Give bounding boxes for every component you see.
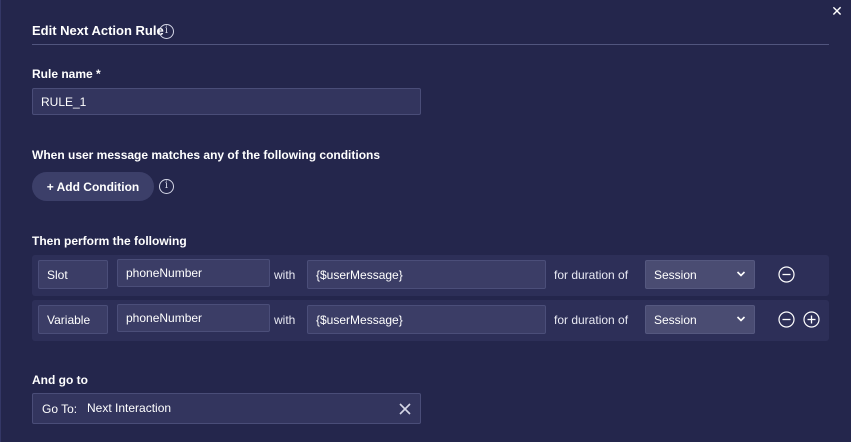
duration-select-value: Session [654, 312, 697, 327]
action-type-field[interactable]: Slot [38, 260, 108, 289]
action-type-field[interactable]: Variable [38, 305, 108, 334]
conditions-heading: When user message matches any of the fol… [32, 148, 381, 162]
go-to-select[interactable]: Go To: Next Interaction [32, 393, 421, 424]
clear-icon[interactable] [399, 403, 411, 415]
duration-select[interactable]: Session [645, 260, 755, 289]
add-condition-button[interactable]: + Add Condition [32, 172, 154, 201]
remove-icon[interactable] [778, 311, 795, 328]
action-value-field[interactable]: {$userMessage} [307, 260, 546, 289]
info-icon[interactable]: i [159, 179, 174, 194]
go-to-heading: And go to [32, 373, 88, 387]
actions-heading: Then perform the following [32, 234, 187, 248]
action-value-text: {$userMessage} [316, 267, 403, 282]
rule-name-value: RULE_1 [41, 94, 87, 109]
action-name-field[interactable]: phoneNumber [117, 259, 270, 287]
close-icon[interactable]: ✕ [829, 3, 845, 19]
duration-select[interactable]: Session [645, 305, 755, 334]
action-name-value: phoneNumber [126, 266, 203, 280]
add-icon[interactable] [803, 311, 820, 328]
go-to-prefix: Go To: [42, 402, 78, 416]
remove-icon[interactable] [778, 266, 795, 283]
go-to-value: Next Interaction [87, 401, 172, 415]
duration-label: for duration of [554, 267, 629, 282]
chevron-down-icon [736, 316, 746, 322]
rule-name-label: Rule name * [32, 67, 101, 81]
action-row: Variable phoneNumber with {$userMessage}… [32, 300, 829, 341]
chevron-down-icon [736, 271, 746, 277]
action-name-field[interactable]: phoneNumber [117, 304, 270, 332]
action-type-value: Slot [47, 267, 68, 282]
dialog-title: Edit Next Action Rule [32, 23, 164, 38]
edit-rule-dialog: ✕ Edit Next Action Rule i Rule name * RU… [0, 0, 851, 442]
duration-select-value: Session [654, 267, 697, 282]
rule-name-input[interactable]: RULE_1 [32, 88, 421, 115]
action-type-value: Variable [47, 312, 91, 327]
duration-label: for duration of [554, 312, 629, 327]
action-value-field[interactable]: {$userMessage} [307, 305, 546, 334]
with-label: with [274, 267, 296, 282]
info-icon[interactable]: i [159, 24, 174, 39]
dialog-header: Edit Next Action Rule i [32, 22, 829, 45]
action-name-value: phoneNumber [126, 311, 203, 325]
action-row: Slot phoneNumber with {$userMessage} for… [32, 255, 829, 296]
with-label: with [274, 312, 296, 327]
action-value-text: {$userMessage} [316, 312, 403, 327]
